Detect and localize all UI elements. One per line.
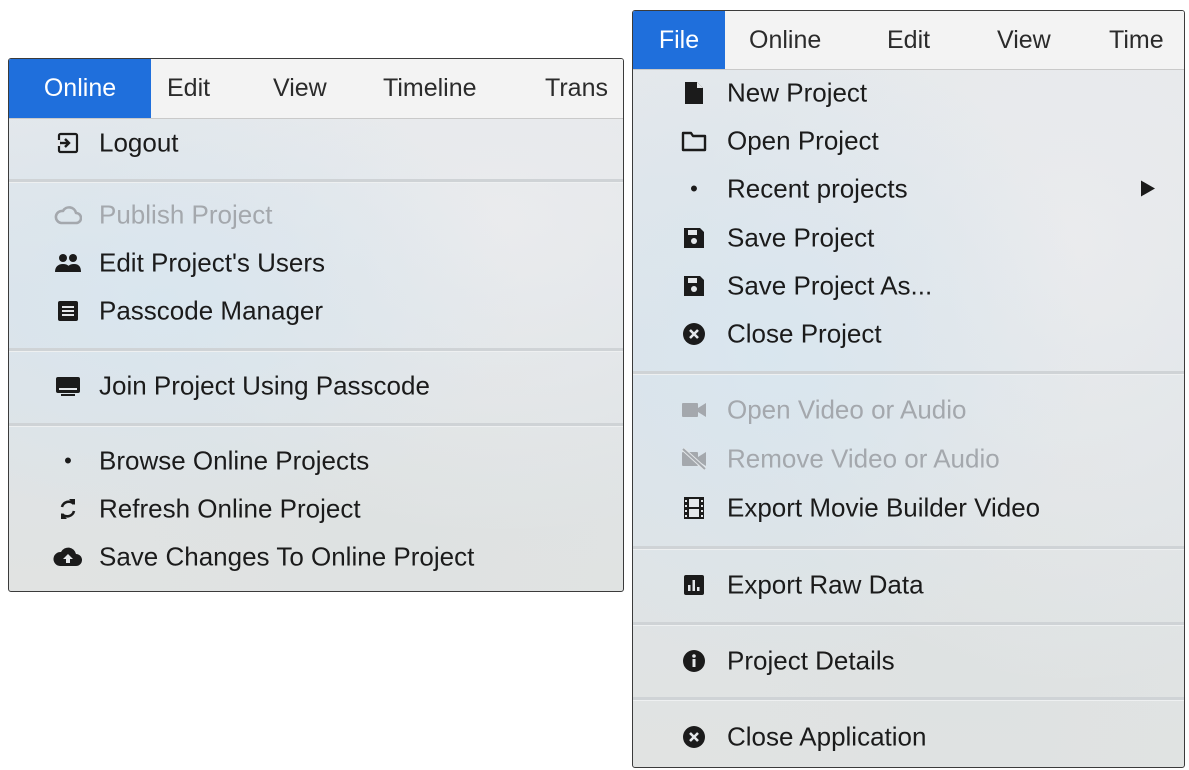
menu-separator [9, 348, 623, 352]
menu-item-close-application[interactable]: Close Application [633, 713, 1184, 761]
menu-item-label: Open Video or Audio [727, 394, 967, 425]
menu-item-label: Save Changes To Online Project [99, 541, 475, 572]
menu-item-label: Close Application [727, 721, 927, 752]
file-menu-panel: File Online Edit View Time New Project O… [632, 10, 1185, 768]
menu-item-open-video-audio: Open Video or Audio [633, 386, 1184, 434]
menu-item-label: Refresh Online Project [99, 493, 361, 524]
menu-item-label: New Project [727, 77, 868, 108]
menu-item-close-project[interactable]: Close Project [633, 310, 1184, 358]
file-icon [679, 78, 709, 108]
menu-item-save-project-as[interactable]: Save Project As... [633, 262, 1184, 310]
dot-icon: • [690, 176, 698, 201]
menu-item-passcode-manager[interactable]: Passcode Manager [9, 287, 623, 335]
floppy-icon [679, 223, 709, 253]
film-icon [679, 493, 709, 523]
menu-item-label: Logout [99, 127, 179, 158]
menu-separator [9, 179, 623, 183]
menu-bar: Online Edit View Timeline Trans [9, 59, 623, 119]
menu-item-publish-project: Publish Project [9, 191, 623, 239]
menubar-view[interactable]: View [273, 59, 327, 118]
menubar-file[interactable]: File [633, 11, 725, 69]
menu-item-label: Close Project [727, 318, 882, 349]
menu-item-save-changes-online[interactable]: Save Changes To Online Project [9, 533, 623, 581]
online-menu-panel: Online Edit View Timeline Trans Logout P… [8, 58, 624, 592]
menu-item-edit-project-users[interactable]: Edit Project's Users [9, 239, 623, 287]
menu-item-label: Join Project Using Passcode [99, 370, 430, 401]
menu-item-refresh-online-project[interactable]: Refresh Online Project [9, 485, 623, 533]
menu-item-recent-projects[interactable]: • Recent projects [633, 165, 1184, 213]
menu-item-label: Remove Video or Audio [727, 443, 1000, 474]
menubar-timeline[interactable]: Timeline [383, 59, 477, 118]
bar-chart-icon [679, 570, 709, 600]
menu-item-project-details[interactable]: Project Details [633, 637, 1184, 685]
cloud-outline-icon [53, 200, 83, 230]
menu-item-logout[interactable]: Logout [9, 119, 623, 167]
menubar-view[interactable]: View [997, 11, 1051, 69]
menu-item-save-project[interactable]: Save Project [633, 214, 1184, 262]
folder-icon [679, 126, 709, 156]
submenu-arrow-icon [1140, 174, 1156, 205]
menu-item-new-project[interactable]: New Project [633, 69, 1184, 117]
close-circle-icon [679, 722, 709, 752]
video-camera-icon [679, 395, 709, 425]
menubar-online[interactable]: Online [749, 11, 821, 69]
cloud-upload-icon [53, 542, 83, 572]
menubar-edit[interactable]: Edit [887, 11, 930, 69]
menubar-timeline[interactable]: Time [1109, 11, 1164, 69]
menu-item-label: Export Movie Builder Video [727, 492, 1041, 523]
refresh-icon [53, 494, 83, 524]
menu-item-label: Recent projects [727, 173, 908, 204]
floppy-icon [679, 271, 709, 301]
logout-icon [53, 128, 83, 158]
keyboard-icon [53, 371, 83, 401]
menu-item-label: Publish Project [99, 199, 273, 230]
menu-item-join-project-passcode[interactable]: Join Project Using Passcode [9, 362, 623, 410]
menu-item-export-movie-builder[interactable]: Export Movie Builder Video [633, 484, 1184, 532]
menu-item-label: Open Project [727, 125, 879, 156]
menu-item-label: Export Raw Data [727, 569, 924, 600]
menu-bar: File Online Edit View Time [633, 11, 1184, 70]
menu-separator [633, 622, 1184, 626]
menu-item-label: Browse Online Projects [99, 445, 370, 476]
users-icon [53, 248, 83, 278]
menu-item-open-project[interactable]: Open Project [633, 117, 1184, 165]
menu-separator [633, 697, 1184, 701]
menu-item-label: Project Details [727, 645, 895, 676]
menu-item-export-raw-data[interactable]: Export Raw Data [633, 561, 1184, 609]
menu-item-label: Edit Project's Users [99, 247, 326, 278]
menubar-edit[interactable]: Edit [167, 59, 210, 118]
close-circle-icon [679, 319, 709, 349]
menu-item-label: Passcode Manager [99, 295, 324, 326]
list-box-icon [53, 296, 83, 326]
menu-separator [633, 546, 1184, 550]
menu-separator [9, 423, 623, 427]
menu-item-label: Save Project As... [727, 270, 933, 301]
menu-item-label: Save Project [727, 222, 875, 253]
menu-item-browse-online-projects[interactable]: • Browse Online Projects [9, 437, 623, 485]
info-circle-icon [679, 646, 709, 676]
menubar-online[interactable]: Online [9, 59, 151, 118]
menu-item-remove-video-audio: Remove Video or Audio [633, 435, 1184, 483]
video-off-icon [679, 444, 709, 474]
menu-separator [633, 371, 1184, 375]
menubar-transitions[interactable]: Trans [545, 59, 608, 118]
dot-icon: • [64, 448, 72, 473]
